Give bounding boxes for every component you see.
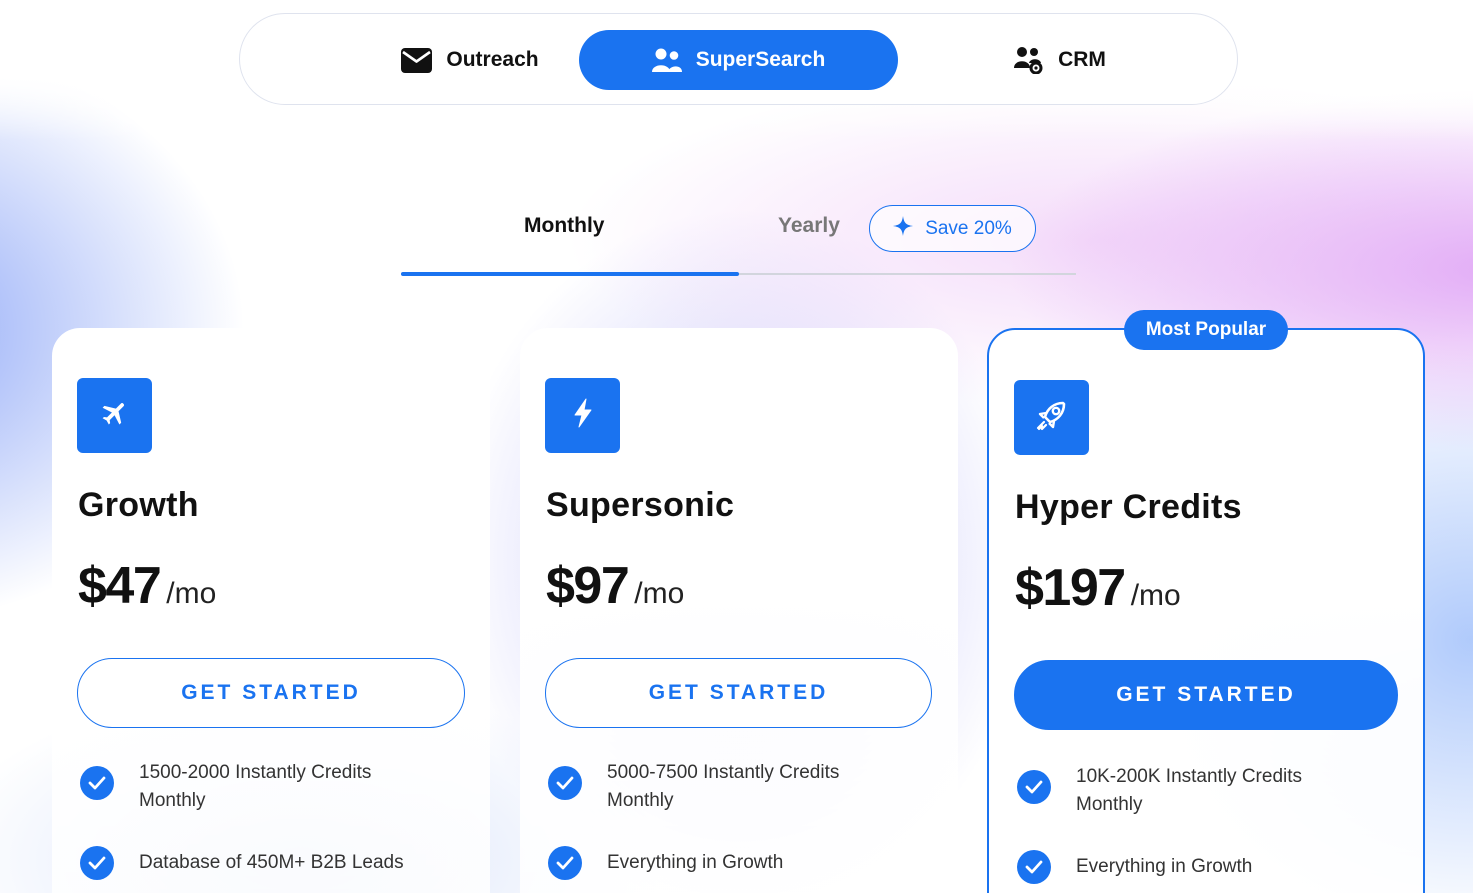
feature-item: 1500-2000 Instantly Credits Monthly [80, 762, 429, 815]
tab-crm[interactable]: CRM [960, 30, 1160, 90]
feature-item: Everything in Growth [1017, 850, 1366, 884]
save-badge-label: Save 20% [925, 217, 1012, 239]
plan-name: Supersonic [546, 486, 735, 524]
feature-item: 5000-7500 Instantly Credits Monthly [548, 762, 897, 815]
plan-price: $97 /mo [546, 556, 684, 616]
get-started-button[interactable]: GET STARTED [1014, 660, 1398, 730]
plan-icon-box [545, 378, 620, 453]
feature-item: 10K-200K Instantly Credits Monthly [1017, 766, 1366, 819]
price-period: /mo [634, 577, 685, 610]
check-icon [80, 766, 114, 800]
plan-card-supersonic: Supersonic $97 /mo GET STARTED 5000-7500… [520, 328, 958, 893]
check-icon [1017, 850, 1051, 884]
feature-text: 5000-7500 Instantly Credits Monthly [607, 762, 840, 811]
check-icon [80, 846, 114, 880]
get-started-button[interactable]: GET STARTED [77, 658, 465, 728]
toggle-indicator [401, 272, 739, 276]
feature-item: Database of 450M+ B2B Leads [80, 846, 429, 880]
most-popular-badge: Most Popular [1124, 310, 1288, 350]
tab-supersearch-label: SuperSearch [695, 48, 826, 71]
plan-name: Hyper Credits [1015, 488, 1242, 526]
check-icon [1017, 770, 1051, 804]
plan-icon-box [1014, 380, 1089, 455]
price-amount: $47 [78, 557, 162, 615]
user-gear-icon [1014, 46, 1044, 74]
feature-text: Database of 450M+ B2B Leads [139, 852, 404, 873]
check-icon [548, 766, 582, 800]
billing-toggle: Monthly Yearly Save 20% [401, 200, 1076, 278]
tab-outreach[interactable]: Outreach [320, 30, 620, 90]
plane-icon [100, 398, 130, 433]
product-tabs: Outreach SuperSearch CRM [239, 13, 1238, 105]
price-period: /mo [166, 577, 217, 610]
feature-text: 1500-2000 Instantly Credits Monthly [139, 762, 372, 811]
feature-text: 10K-200K Instantly Credits Monthly [1076, 766, 1303, 815]
get-started-button[interactable]: GET STARTED [545, 658, 932, 728]
plan-card-hyper-credits: Hyper Credits $197 /mo GET STARTED 10K-2… [987, 328, 1425, 893]
tab-crm-label: CRM [1058, 48, 1106, 71]
feature-text: Everything in Growth [1076, 856, 1253, 877]
tab-yearly[interactable]: Yearly [778, 214, 840, 238]
price-amount: $197 [1015, 559, 1126, 617]
plan-price: $47 /mo [78, 556, 216, 616]
rocket-icon [1032, 395, 1072, 440]
tab-outreach-label: Outreach [446, 48, 539, 71]
sparkle-icon [893, 215, 914, 242]
save-badge[interactable]: Save 20% [869, 205, 1036, 252]
check-icon [548, 846, 582, 880]
plan-icon-box [77, 378, 152, 453]
feature-text: Everything in Growth [607, 852, 784, 873]
plan-price: $197 /mo [1015, 558, 1181, 618]
plan-card-growth: Growth $47 /mo GET STARTED 1500-2000 Ins… [52, 328, 490, 893]
price-period: /mo [1130, 579, 1181, 612]
lightning-icon [571, 398, 595, 433]
users-icon [651, 47, 682, 73]
plan-name: Growth [78, 486, 199, 524]
price-amount: $97 [546, 557, 630, 615]
tab-supersearch[interactable]: SuperSearch [579, 30, 898, 90]
tab-monthly[interactable]: Monthly [524, 214, 604, 238]
envelope-icon [401, 47, 433, 73]
feature-item: Everything in Growth [548, 846, 897, 880]
